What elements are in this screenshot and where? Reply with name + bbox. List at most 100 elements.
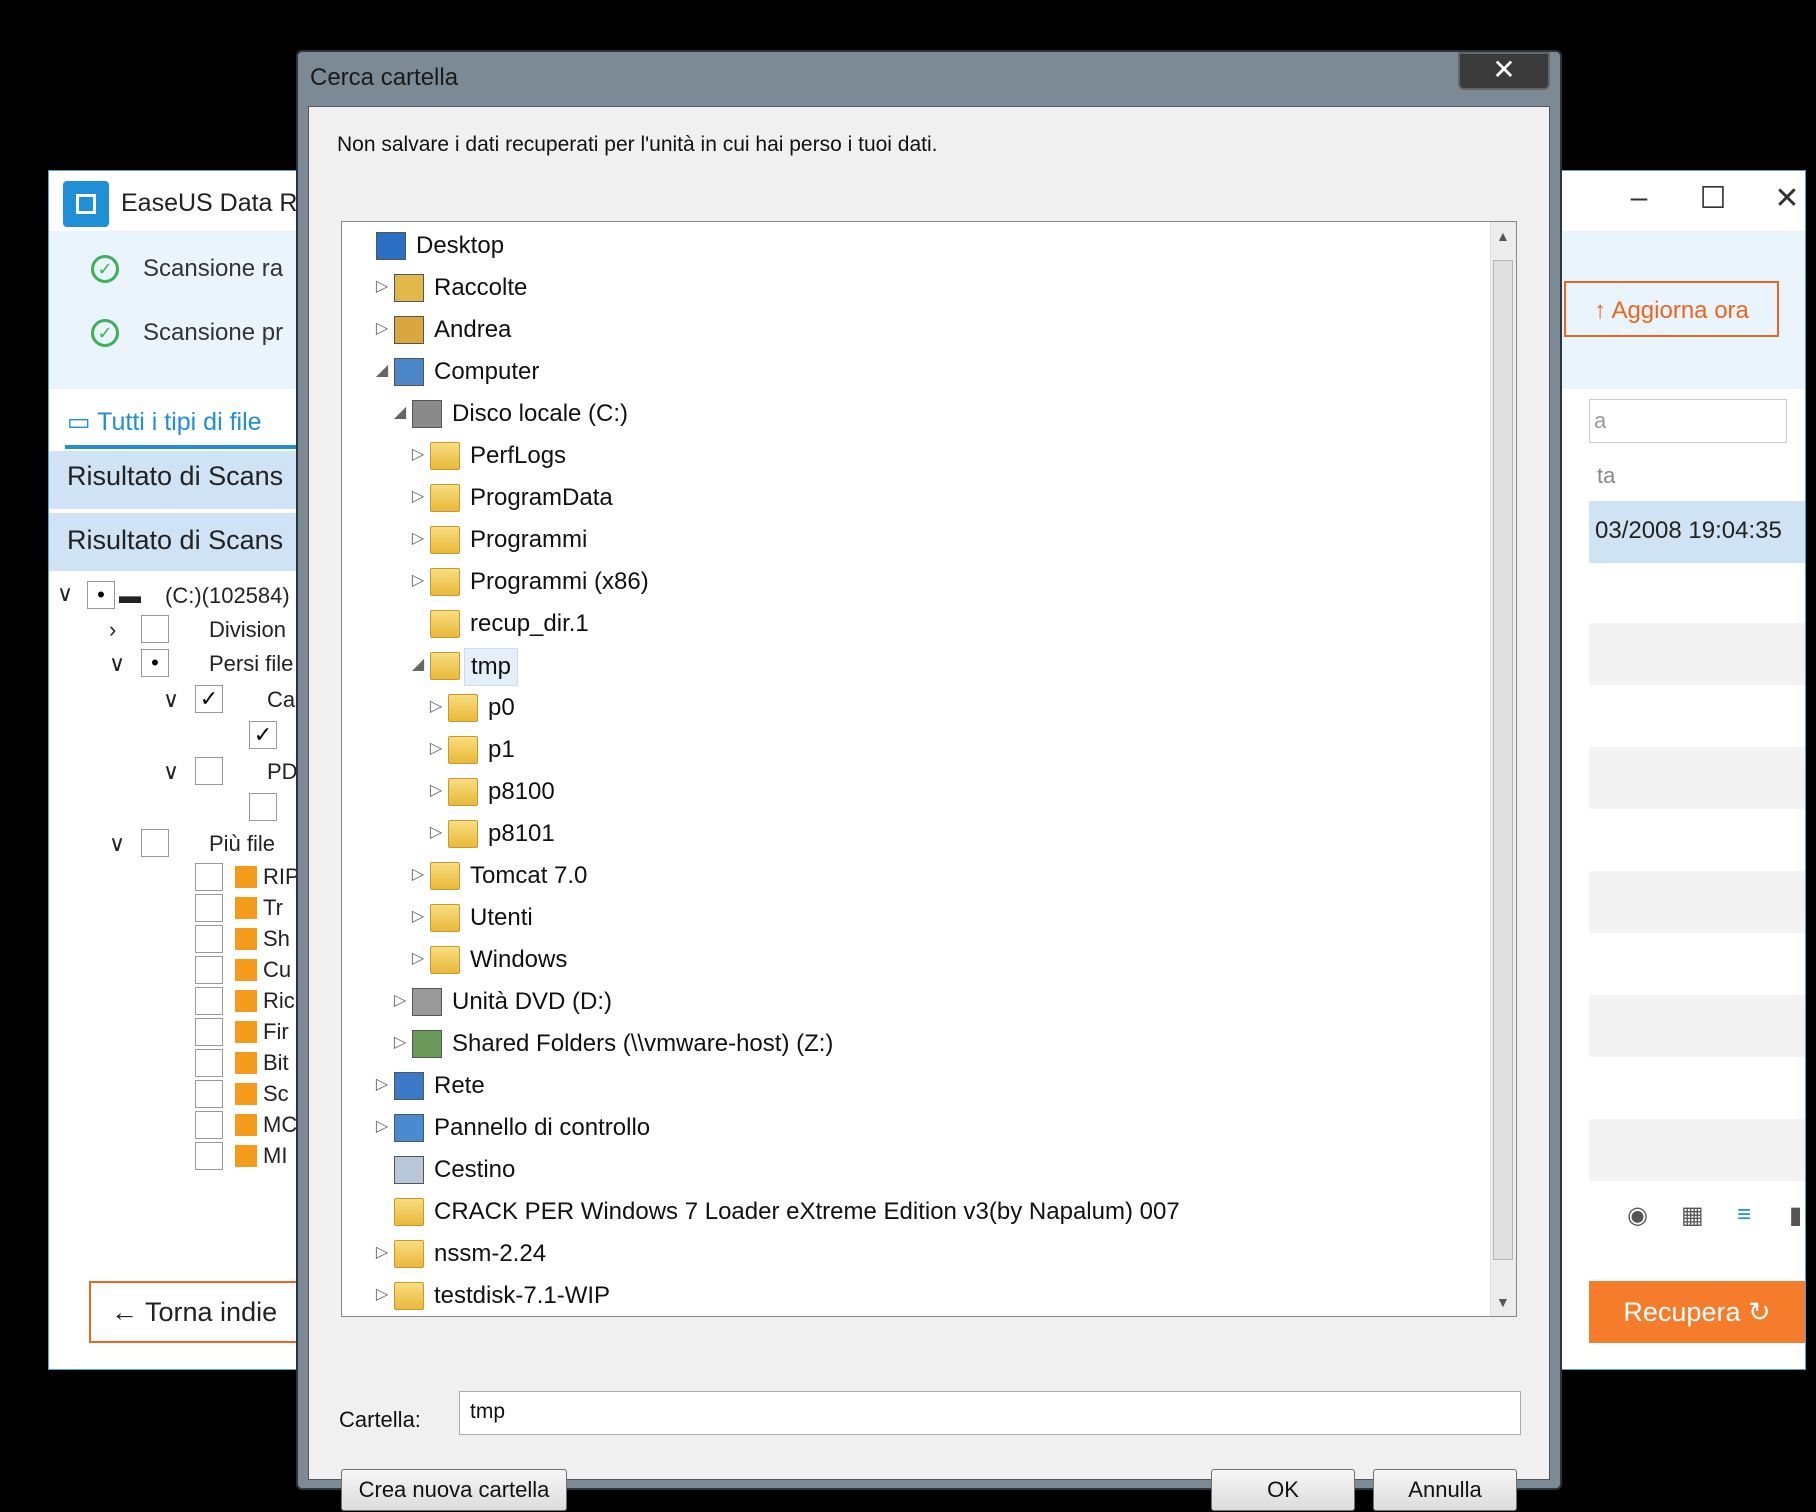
tree-item[interactable]: ▷ Programmi — [342, 520, 1492, 562]
expand-arrow-icon[interactable]: ▷ — [408, 486, 428, 506]
chevron-down-icon[interactable]: ∨ — [109, 651, 125, 677]
folder-input[interactable]: tmp — [459, 1391, 1521, 1435]
table-row[interactable] — [1589, 623, 1805, 685]
expand-arrow-icon[interactable]: ▷ — [372, 318, 392, 338]
tree-item[interactable]: ▷ Pannello di controllo — [342, 1108, 1492, 1150]
tree-checkbox[interactable] — [195, 987, 223, 1015]
expand-arrow-icon[interactable]: ▷ — [426, 738, 446, 758]
scroll-up-icon[interactable]: ▲ — [1496, 228, 1510, 244]
tree-checkbox[interactable]: • — [141, 649, 169, 677]
tab-all-file-types[interactable]: ▭ Tutti i tipi di file — [67, 407, 262, 437]
tree-checkbox[interactable] — [141, 829, 169, 857]
tree-checkbox[interactable]: ✓ — [249, 721, 277, 749]
search-input[interactable]: a — [1589, 399, 1787, 443]
tree-item[interactable]: ▷ Windows — [342, 940, 1492, 982]
chevron-down-icon[interactable]: ∨ — [57, 581, 73, 607]
maximize-icon[interactable]: ☐ — [1683, 181, 1743, 216]
scroll-down-icon[interactable]: ▼ — [1496, 1294, 1510, 1310]
list-view-icon[interactable]: ≡ — [1737, 1201, 1751, 1229]
collapse-arrow-icon[interactable]: ◢ — [390, 402, 410, 422]
expand-arrow-icon[interactable]: ▷ — [426, 696, 446, 716]
expand-arrow-icon[interactable]: ▷ — [426, 822, 446, 842]
close-icon[interactable]: ✕ — [1757, 181, 1816, 216]
tree-checkbox[interactable] — [195, 1111, 223, 1139]
tree-item[interactable]: ▷ ProgramData — [342, 478, 1492, 520]
expand-arrow-icon[interactable]: ▷ — [426, 780, 446, 800]
tree-checkbox[interactable] — [195, 1018, 223, 1046]
tree-item[interactable]: ◢ Computer — [342, 352, 1492, 394]
vertical-scrollbar[interactable]: ▲ ▼ — [1490, 222, 1516, 1316]
chevron-down-icon[interactable]: ∨ — [109, 831, 125, 857]
tree-item[interactable]: ▷ p0 — [342, 688, 1492, 730]
expand-arrow-icon[interactable]: ▷ — [408, 864, 428, 884]
tree-item[interactable]: ▷ p8100 — [342, 772, 1492, 814]
detail-view-icon[interactable]: ▮ — [1789, 1201, 1802, 1230]
tree-checkbox[interactable] — [195, 757, 223, 785]
tree-item[interactable]: ▷ Raccolte — [342, 268, 1492, 310]
tree-item[interactable]: ◢ tmp — [342, 646, 1492, 688]
expand-arrow-icon[interactable]: ▷ — [372, 276, 392, 296]
tree-item[interactable]: ▷ p1 — [342, 730, 1492, 772]
expand-arrow-icon[interactable]: ▷ — [408, 948, 428, 968]
tree-item[interactable]: ▷ Programmi (x86) — [342, 562, 1492, 604]
tree-item[interactable]: ▷ PerfLogs — [342, 436, 1492, 478]
tree-item[interactable]: ▷ Shared Folders (\\vmware-host) (Z:) — [342, 1024, 1492, 1066]
cancel-button[interactable]: Annulla — [1373, 1469, 1517, 1511]
folder-tree[interactable]: Desktop ▷ Raccolte ▷ Andrea ◢ Computer ◢ Disco l… — [341, 221, 1517, 1317]
expand-arrow-icon[interactable]: ▷ — [372, 1074, 392, 1094]
tree-item[interactable]: ◢ Disco locale (C:) — [342, 394, 1492, 436]
preview-eye-icon[interactable]: ◉ — [1627, 1201, 1648, 1230]
tree-item[interactable]: Cestino — [342, 1150, 1492, 1192]
expand-arrow-icon[interactable]: ▷ — [372, 1116, 392, 1136]
tree-checkbox[interactable]: • — [87, 581, 115, 609]
chevron-down-icon[interactable]: ∨ — [163, 687, 179, 713]
chevron-down-icon[interactable]: ∨ — [163, 759, 179, 785]
expand-arrow-icon[interactable]: ▷ — [372, 1284, 392, 1304]
table-row-selected[interactable]: 03/2008 19:04:35 — [1589, 501, 1805, 563]
tree-item[interactable]: ▷ nssm-2.24 — [342, 1234, 1492, 1276]
table-row[interactable] — [1589, 1119, 1805, 1181]
tree-item[interactable]: recup_dir.1 — [342, 604, 1492, 646]
expand-arrow-icon[interactable]: ▷ — [408, 444, 428, 464]
expand-arrow-icon[interactable]: ▷ — [372, 1242, 392, 1262]
collapse-arrow-icon[interactable]: ◢ — [372, 360, 392, 380]
ok-button[interactable]: OK — [1211, 1469, 1355, 1511]
tree-checkbox[interactable] — [195, 894, 223, 922]
expand-arrow-icon[interactable]: ▷ — [390, 1032, 410, 1052]
tree-checkbox[interactable] — [195, 925, 223, 953]
dialog-close-button[interactable]: ✕ — [1458, 52, 1550, 90]
tree-checkbox[interactable] — [195, 1049, 223, 1077]
table-row[interactable] — [1589, 747, 1805, 809]
tree-checkbox[interactable] — [249, 793, 277, 821]
tree-checkbox[interactable] — [195, 1142, 223, 1170]
table-row[interactable] — [1589, 995, 1805, 1057]
tree-item[interactable]: ▷ Unità DVD (D:) — [342, 982, 1492, 1024]
tree-item[interactable]: CRACK PER Windows 7 Loader eXtreme Editi… — [342, 1192, 1492, 1234]
recover-button[interactable]: Recupera ↻ — [1589, 1281, 1805, 1343]
table-row[interactable] — [1589, 871, 1805, 933]
update-now-button[interactable]: ↑ Aggiorna ora — [1564, 281, 1779, 337]
tree-item[interactable]: Desktop — [342, 226, 1492, 268]
dialog-body: Non salvare i dati recuperati per l'unit… — [308, 106, 1550, 1511]
expand-arrow-icon[interactable]: ▷ — [408, 570, 428, 590]
expand-arrow-icon[interactable]: ▷ — [390, 990, 410, 1010]
chevron-right-icon[interactable]: › — [109, 617, 116, 643]
tree-checkbox[interactable] — [195, 956, 223, 984]
tree-item[interactable]: ▷ Tomcat 7.0 — [342, 856, 1492, 898]
tree-item[interactable]: ▷ Rete — [342, 1066, 1492, 1108]
tree-item[interactable]: ▷ Andrea — [342, 310, 1492, 352]
scrollbar-thumb[interactable] — [1493, 260, 1513, 1260]
tree-checkbox[interactable] — [141, 615, 169, 643]
tree-item[interactable]: ▷ testdisk-7.1-WIP — [342, 1276, 1492, 1316]
tree-checkbox[interactable] — [195, 1080, 223, 1108]
tree-item[interactable]: ▷ Utenti — [342, 898, 1492, 940]
expand-arrow-icon[interactable]: ▷ — [408, 528, 428, 548]
grid-view-icon[interactable]: ▦ — [1681, 1201, 1704, 1230]
expand-arrow-icon[interactable]: ▷ — [408, 906, 428, 926]
tree-checkbox[interactable] — [195, 863, 223, 891]
tree-item[interactable]: ▷ p8101 — [342, 814, 1492, 856]
collapse-arrow-icon[interactable]: ◢ — [408, 654, 428, 674]
tree-checkbox[interactable]: ✓ — [195, 685, 223, 713]
minimize-icon[interactable]: – — [1609, 181, 1669, 215]
new-folder-button[interactable]: Crea nuova cartella — [341, 1469, 567, 1511]
